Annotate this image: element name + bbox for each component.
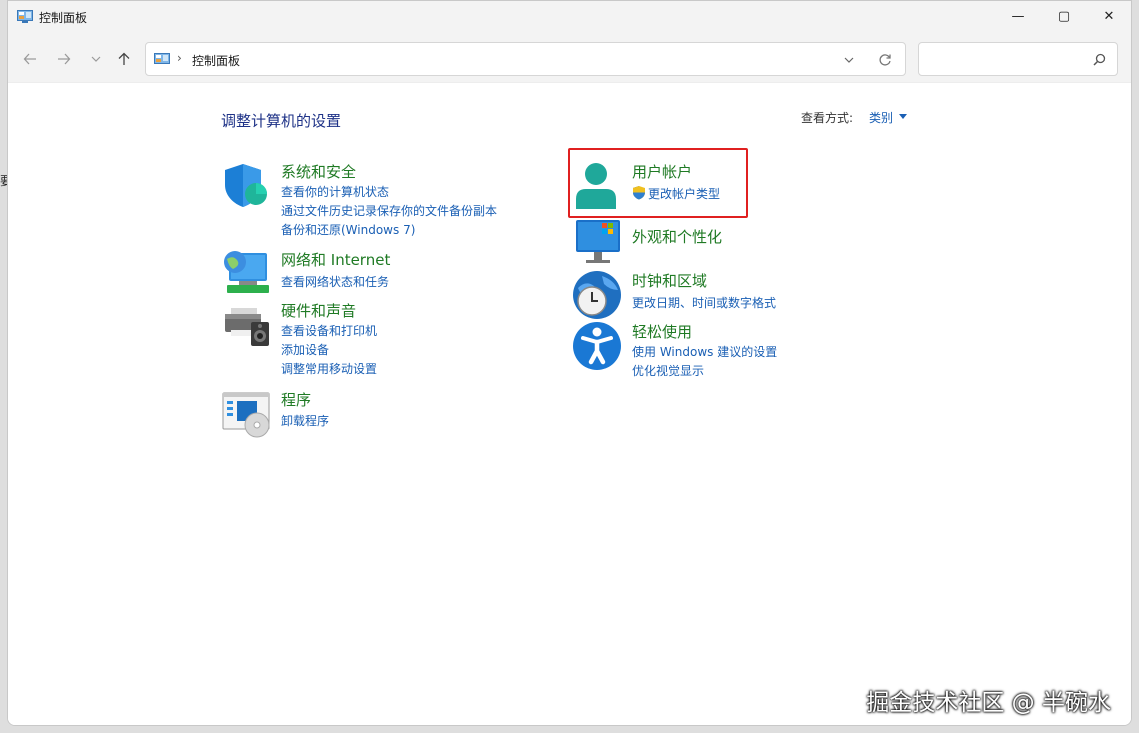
title-bar[interactable]: 控制面板 — ▢ ✕	[8, 1, 1131, 33]
category-title[interactable]: 外观和个性化	[632, 226, 722, 247]
view-by-dropdown[interactable]: 类别	[869, 109, 893, 126]
minimize-icon: —	[1011, 8, 1025, 24]
category-hardware-sound: 硬件和声音 查看设备和打印机 添加设备 调整常用移动设置	[221, 300, 541, 377]
category-link[interactable]: 查看设备和打印机	[281, 322, 377, 339]
arrow-left-icon	[23, 53, 36, 65]
minimize-button[interactable]: —	[995, 1, 1041, 31]
category-title[interactable]: 轻松使用	[632, 321, 692, 342]
clock-globe-icon[interactable]	[572, 270, 622, 320]
watermark-text: 掘金技术社区 @ 半碗水	[866, 690, 1111, 716]
up-button[interactable]	[115, 50, 133, 68]
category-link[interactable]: 使用 Windows 建议的设置	[632, 343, 777, 360]
breadcrumb-control-panel[interactable]: 控制面板	[192, 52, 240, 69]
back-button[interactable]	[21, 50, 39, 68]
breadcrumb-separator[interactable]: ›	[177, 51, 182, 65]
category-programs: 程序 卸载程序	[221, 389, 541, 439]
recent-locations-button[interactable]	[87, 50, 105, 68]
category-ease-of-access: 轻松使用 使用 Windows 建议的设置 优化视觉显示	[572, 321, 832, 381]
arrow-right-icon	[58, 53, 71, 65]
maximize-icon: ▢	[1057, 8, 1071, 24]
search-box[interactable]	[918, 42, 1118, 76]
window-title: 控制面板	[39, 11, 88, 25]
category-link[interactable]: 卸载程序	[281, 412, 329, 429]
category-link[interactable]: 添加设备	[281, 341, 329, 358]
page-heading: 调整计算机的设置	[221, 112, 342, 130]
navigation-bar: › 控制面板	[8, 33, 1131, 83]
caret-down-icon[interactable]	[899, 114, 907, 119]
chevron-down-icon[interactable]	[844, 55, 854, 65]
control-panel-app-icon	[17, 10, 33, 23]
category-link[interactable]: 通过文件历史记录保存你的文件备份副本	[281, 202, 497, 219]
category-link[interactable]: 查看你的计算机状态	[281, 183, 389, 200]
close-button[interactable]: ✕	[1086, 1, 1131, 31]
view-by-label: 查看方式:	[801, 111, 854, 125]
refresh-icon[interactable]	[878, 53, 892, 67]
category-title[interactable]: 硬件和声音	[281, 300, 356, 321]
category-clock-region: 时钟和区域 更改日期、时间或数字格式	[572, 270, 832, 320]
network-globe-icon[interactable]	[221, 249, 271, 299]
arrow-up-icon	[118, 52, 130, 65]
content-area: 调整计算机的设置 查看方式: 类别 系统和安全 查看你的计算机状态 通过文件历史…	[8, 83, 1131, 725]
category-link[interactable]: 更改日期、时间或数字格式	[632, 294, 776, 311]
accessibility-icon[interactable]	[572, 321, 622, 371]
category-appearance: 外观和个性化	[572, 218, 832, 263]
category-title[interactable]: 网络和 Internet	[281, 249, 390, 270]
chevron-down-icon	[91, 56, 101, 62]
search-input[interactable]	[925, 49, 1085, 69]
shield-icon[interactable]	[221, 161, 271, 211]
maximize-button[interactable]: ▢	[1041, 1, 1087, 31]
printer-speaker-icon[interactable]	[221, 300, 271, 350]
close-icon: ✕	[1103, 8, 1115, 24]
search-icon	[1093, 53, 1106, 66]
programs-icon[interactable]	[221, 389, 271, 439]
control-panel-icon	[154, 53, 170, 64]
category-link[interactable]: 调整常用移动设置	[281, 360, 377, 377]
category-title[interactable]: 系统和安全	[281, 161, 356, 182]
category-link[interactable]: 优化视觉显示	[632, 362, 704, 379]
address-bar[interactable]: › 控制面板	[145, 42, 906, 76]
category-system-security: 系统和安全 查看你的计算机状态 通过文件历史记录保存你的文件备份副本 备份和还原…	[221, 161, 541, 238]
category-network-internet: 网络和 Internet 查看网络状态和任务	[221, 249, 541, 294]
monitor-personalize-icon[interactable]	[572, 218, 622, 268]
user-accounts-highlight-box	[568, 148, 748, 218]
background-text-fragment: 要	[0, 174, 7, 188]
category-link[interactable]: 查看网络状态和任务	[281, 273, 389, 290]
control-panel-window: 控制面板 — ▢ ✕ › 控制面板 调整计算机的设置 查看方式: 类别 系统和安…	[7, 0, 1132, 726]
category-title[interactable]: 程序	[281, 389, 311, 410]
category-link[interactable]: 备份和还原(Windows 7)	[281, 221, 415, 238]
category-title[interactable]: 时钟和区域	[632, 270, 707, 291]
forward-button[interactable]	[55, 50, 73, 68]
